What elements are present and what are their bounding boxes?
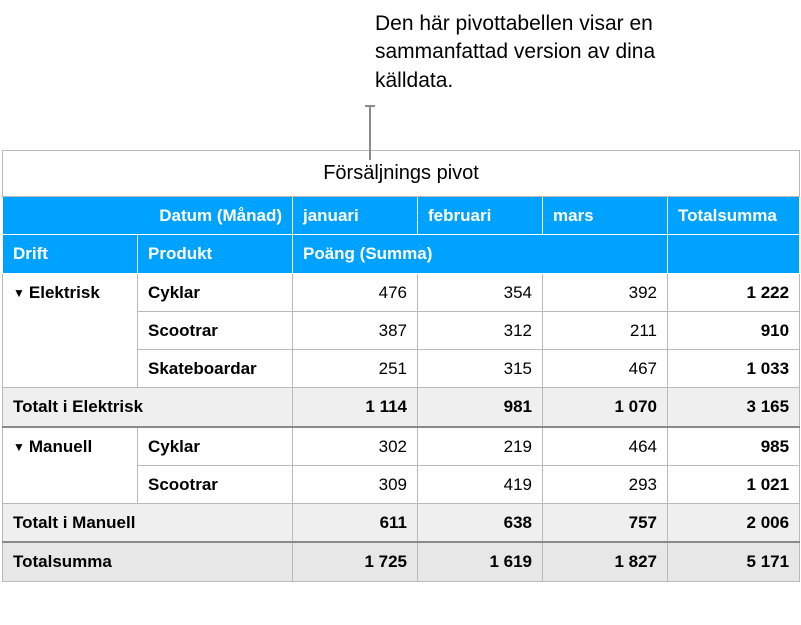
group-manuell[interactable]: ▼ Manuell xyxy=(3,427,138,504)
subtotal-label: Totalt i Elektrisk xyxy=(3,388,293,427)
subtotal-cell: 638 xyxy=(418,504,543,543)
subtotal-row-manuell: Totalt i Manuell 611 638 757 2 006 xyxy=(3,504,800,543)
row-total-cell: 985 xyxy=(668,427,800,466)
chevron-down-icon[interactable]: ▼ xyxy=(13,440,25,455)
grand-total-cell: 1 725 xyxy=(293,542,418,581)
value-cell: 315 xyxy=(418,350,543,388)
product-cell: Scootrar xyxy=(138,465,293,503)
product-cell: Cyklar xyxy=(138,273,293,311)
grand-total-label: Totalsumma xyxy=(3,542,293,581)
grand-total-total-cell: 5 171 xyxy=(668,542,800,581)
subtotal-cell: 981 xyxy=(418,388,543,427)
value-cell: 467 xyxy=(543,350,668,388)
subtotal-total-cell: 2 006 xyxy=(668,504,800,543)
table-title: Försäljnings pivot xyxy=(3,151,800,197)
header-row-2: Drift Produkt Poäng (Summa) xyxy=(3,235,800,273)
value-cell: 251 xyxy=(293,350,418,388)
callout-text: Den här pivottabellen visar en sammanfat… xyxy=(375,10,735,95)
header-month-mar: mars xyxy=(543,197,668,235)
group-label: Elektrisk xyxy=(29,283,100,302)
header-row-1: Datum (Månad) januari februari mars Tota… xyxy=(3,197,800,235)
table-title-row: Försäljnings pivot xyxy=(3,151,800,197)
product-cell: Cyklar xyxy=(138,427,293,466)
subtotal-cell: 1 114 xyxy=(293,388,418,427)
value-cell: 302 xyxy=(293,427,418,466)
group-elektrisk[interactable]: ▼ Elektrisk xyxy=(3,273,138,388)
header-measure: Poäng (Summa) xyxy=(293,235,668,273)
value-cell: 419 xyxy=(418,465,543,503)
header-product: Produkt xyxy=(138,235,293,273)
product-cell: Skateboardar xyxy=(138,350,293,388)
value-cell: 312 xyxy=(418,311,543,349)
grand-total-cell: 1 619 xyxy=(418,542,543,581)
pivot-table: Försäljnings pivot Datum (Månad) januari… xyxy=(2,150,800,582)
value-cell: 476 xyxy=(293,273,418,311)
value-cell: 219 xyxy=(418,427,543,466)
header-date-group: Datum (Månad) xyxy=(3,197,293,235)
header-month-jan: januari xyxy=(293,197,418,235)
subtotal-cell: 611 xyxy=(293,504,418,543)
subtotal-cell: 1 070 xyxy=(543,388,668,427)
subtotal-row-elektrisk: Totalt i Elektrisk 1 114 981 1 070 3 165 xyxy=(3,388,800,427)
callout: Den här pivottabellen visar en sammanfat… xyxy=(0,0,801,150)
row-total-cell: 1 021 xyxy=(668,465,800,503)
value-cell: 387 xyxy=(293,311,418,349)
subtotal-total-cell: 3 165 xyxy=(668,388,800,427)
value-cell: 392 xyxy=(543,273,668,311)
row-total-cell: 910 xyxy=(668,311,800,349)
subtotal-label: Totalt i Manuell xyxy=(3,504,293,543)
row-total-cell: 1 222 xyxy=(668,273,800,311)
callout-leader-line xyxy=(369,105,371,160)
product-cell: Scootrar xyxy=(138,311,293,349)
table-row: ▼ Manuell Cyklar 302 219 464 985 xyxy=(3,427,800,466)
header-blank xyxy=(668,235,800,273)
value-cell: 354 xyxy=(418,273,543,311)
value-cell: 309 xyxy=(293,465,418,503)
table-row: ▼ Elektrisk Cyklar 476 354 392 1 222 xyxy=(3,273,800,311)
value-cell: 211 xyxy=(543,311,668,349)
grand-total-cell: 1 827 xyxy=(543,542,668,581)
header-total: Totalsumma xyxy=(668,197,800,235)
subtotal-cell: 757 xyxy=(543,504,668,543)
header-drift: Drift xyxy=(3,235,138,273)
header-month-feb: februari xyxy=(418,197,543,235)
grand-total-row: Totalsumma 1 725 1 619 1 827 5 171 xyxy=(3,542,800,581)
value-cell: 464 xyxy=(543,427,668,466)
value-cell: 293 xyxy=(543,465,668,503)
row-total-cell: 1 033 xyxy=(668,350,800,388)
group-label: Manuell xyxy=(29,437,92,456)
chevron-down-icon[interactable]: ▼ xyxy=(13,286,25,301)
